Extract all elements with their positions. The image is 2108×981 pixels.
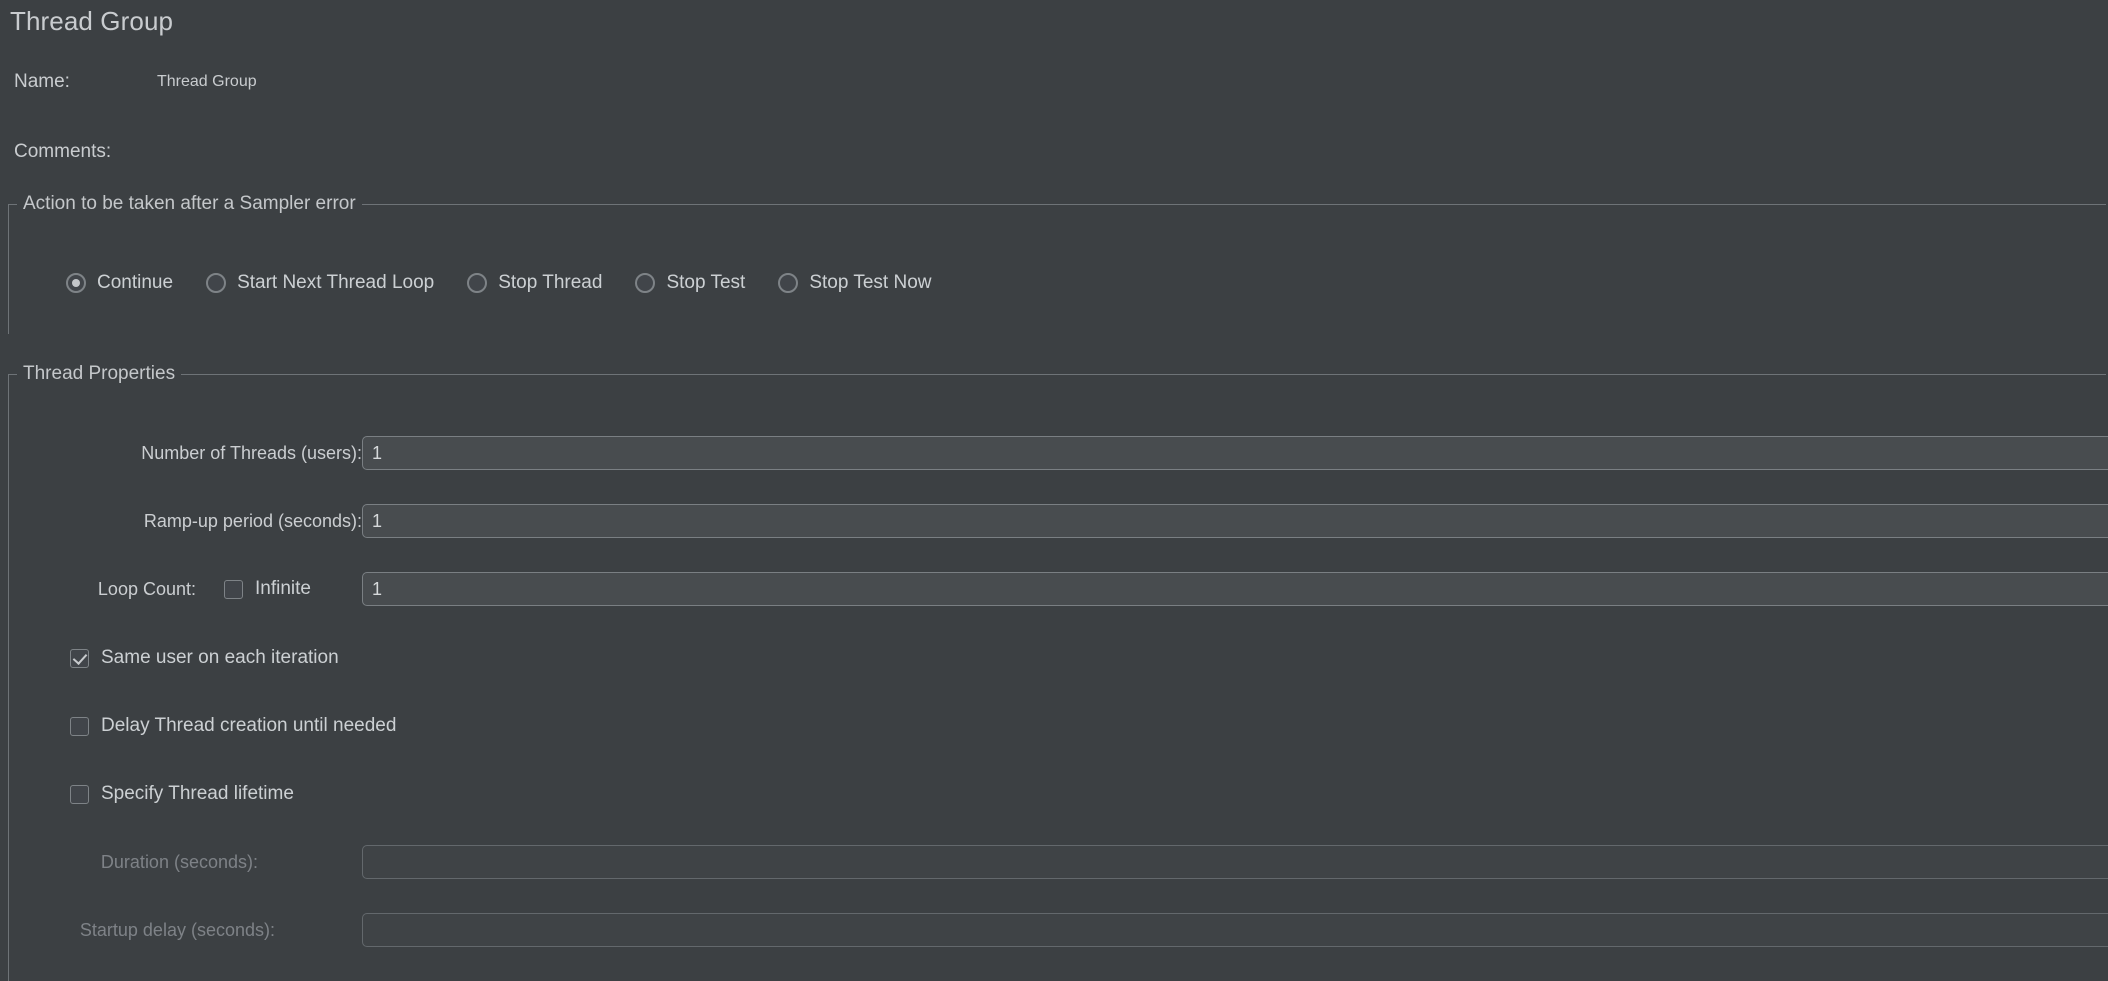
- startup-delay-input[interactable]: [362, 913, 2108, 947]
- radio-icon: [206, 273, 227, 293]
- sampler-error-radio-group: Continue Start Next Thread Loop Stop Thr…: [66, 268, 964, 298]
- radio-label: Continue: [97, 272, 174, 293]
- duration-input[interactable]: [362, 845, 2108, 879]
- comments-row: Comments:: [0, 133, 111, 171]
- comments-input[interactable]: [157, 133, 2108, 171]
- radio-label: Stop Thread: [498, 272, 603, 293]
- loop-count-infinite-checkbox[interactable]: Infinite: [224, 578, 311, 600]
- number-of-threads-label: Number of Threads (users):: [141, 442, 362, 463]
- checkbox-specify-thread-lifetime[interactable]: Specify Thread lifetime: [70, 780, 294, 808]
- loop-count-row: Loop Count:: [0, 572, 196, 606]
- radio-option-stop-test-now[interactable]: Stop Test Now: [778, 272, 931, 294]
- checkbox-label: Same user on each iteration: [101, 647, 339, 668]
- checkbox-icon: [224, 579, 243, 599]
- radio-icon-selected: [66, 273, 86, 293]
- ramp-up-period-row: Ramp-up period (seconds):: [0, 504, 362, 538]
- number-of-threads-input[interactable]: 1: [362, 436, 2108, 470]
- checkbox-label: Delay Thread creation until needed: [101, 715, 397, 736]
- radio-option-start-next-thread-loop[interactable]: Start Next Thread Loop: [206, 272, 434, 294]
- startup-delay-label: Startup delay (seconds):: [79, 919, 275, 940]
- name-input[interactable]: Thread Group: [157, 63, 2108, 101]
- radio-option-stop-test[interactable]: Stop Test: [635, 272, 745, 294]
- checkbox-delay-thread-creation[interactable]: Delay Thread creation until needed: [70, 712, 396, 740]
- checkbox-icon-checked: [70, 648, 89, 668]
- radio-label: Stop Test: [666, 272, 746, 293]
- duration-row: Duration (seconds):: [0, 845, 258, 879]
- checkbox-label: Specify Thread lifetime: [101, 783, 294, 804]
- name-row: Name:: [0, 63, 70, 101]
- loop-count-label: Loop Count:: [97, 578, 196, 599]
- radio-icon: [778, 273, 799, 293]
- sampler-error-group-title: Action to be taken after a Sampler error: [17, 191, 362, 217]
- checkbox-icon: [70, 784, 89, 804]
- page-title: Thread Group: [10, 6, 174, 36]
- radio-option-continue[interactable]: Continue: [66, 272, 173, 294]
- startup-delay-row: Startup delay (seconds):: [0, 913, 275, 947]
- radio-icon: [635, 273, 656, 293]
- radio-label: Start Next Thread Loop: [237, 272, 435, 293]
- comments-label: Comments:: [14, 141, 112, 162]
- name-label: Name:: [14, 71, 70, 92]
- loop-count-input[interactable]: 1: [362, 572, 2108, 606]
- checkbox-same-user-on-each-iteration[interactable]: Same user on each iteration: [70, 644, 339, 672]
- radio-option-stop-thread[interactable]: Stop Thread: [467, 272, 602, 294]
- radio-label: Stop Test Now: [809, 272, 932, 293]
- loop-count-infinite-label: Infinite: [255, 578, 311, 599]
- duration-label: Duration (seconds):: [100, 851, 258, 872]
- radio-icon: [467, 273, 488, 293]
- checkbox-icon: [70, 716, 89, 736]
- ramp-up-period-input[interactable]: 1: [362, 504, 2108, 538]
- thread-properties-group-title: Thread Properties: [17, 361, 182, 387]
- ramp-up-period-label: Ramp-up period (seconds):: [143, 510, 362, 531]
- number-of-threads-row: Number of Threads (users):: [0, 436, 362, 470]
